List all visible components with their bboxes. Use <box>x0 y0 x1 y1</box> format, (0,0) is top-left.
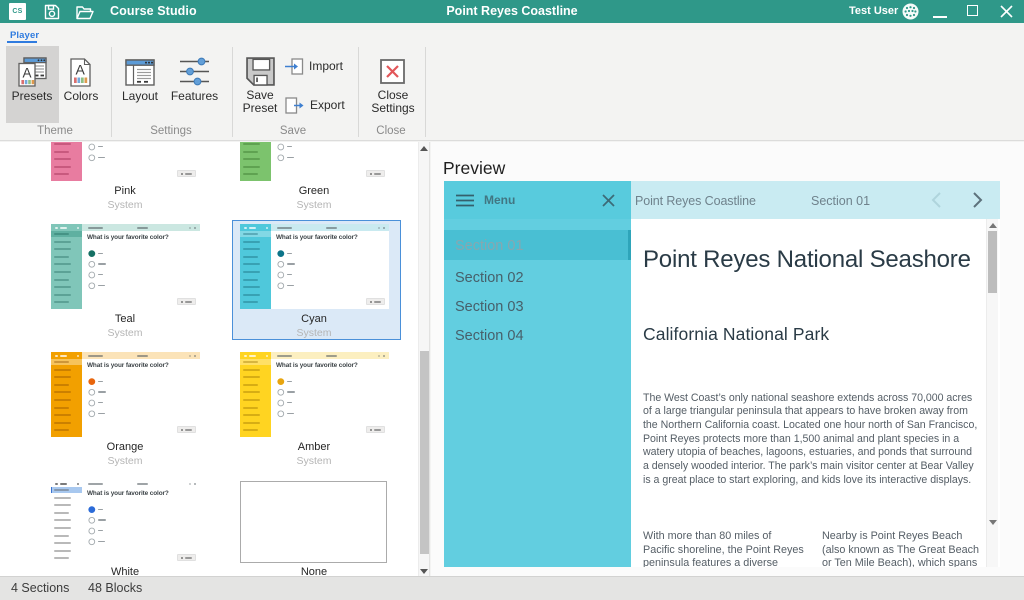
svg-text:A: A <box>22 66 31 81</box>
svg-text:A: A <box>76 62 86 78</box>
